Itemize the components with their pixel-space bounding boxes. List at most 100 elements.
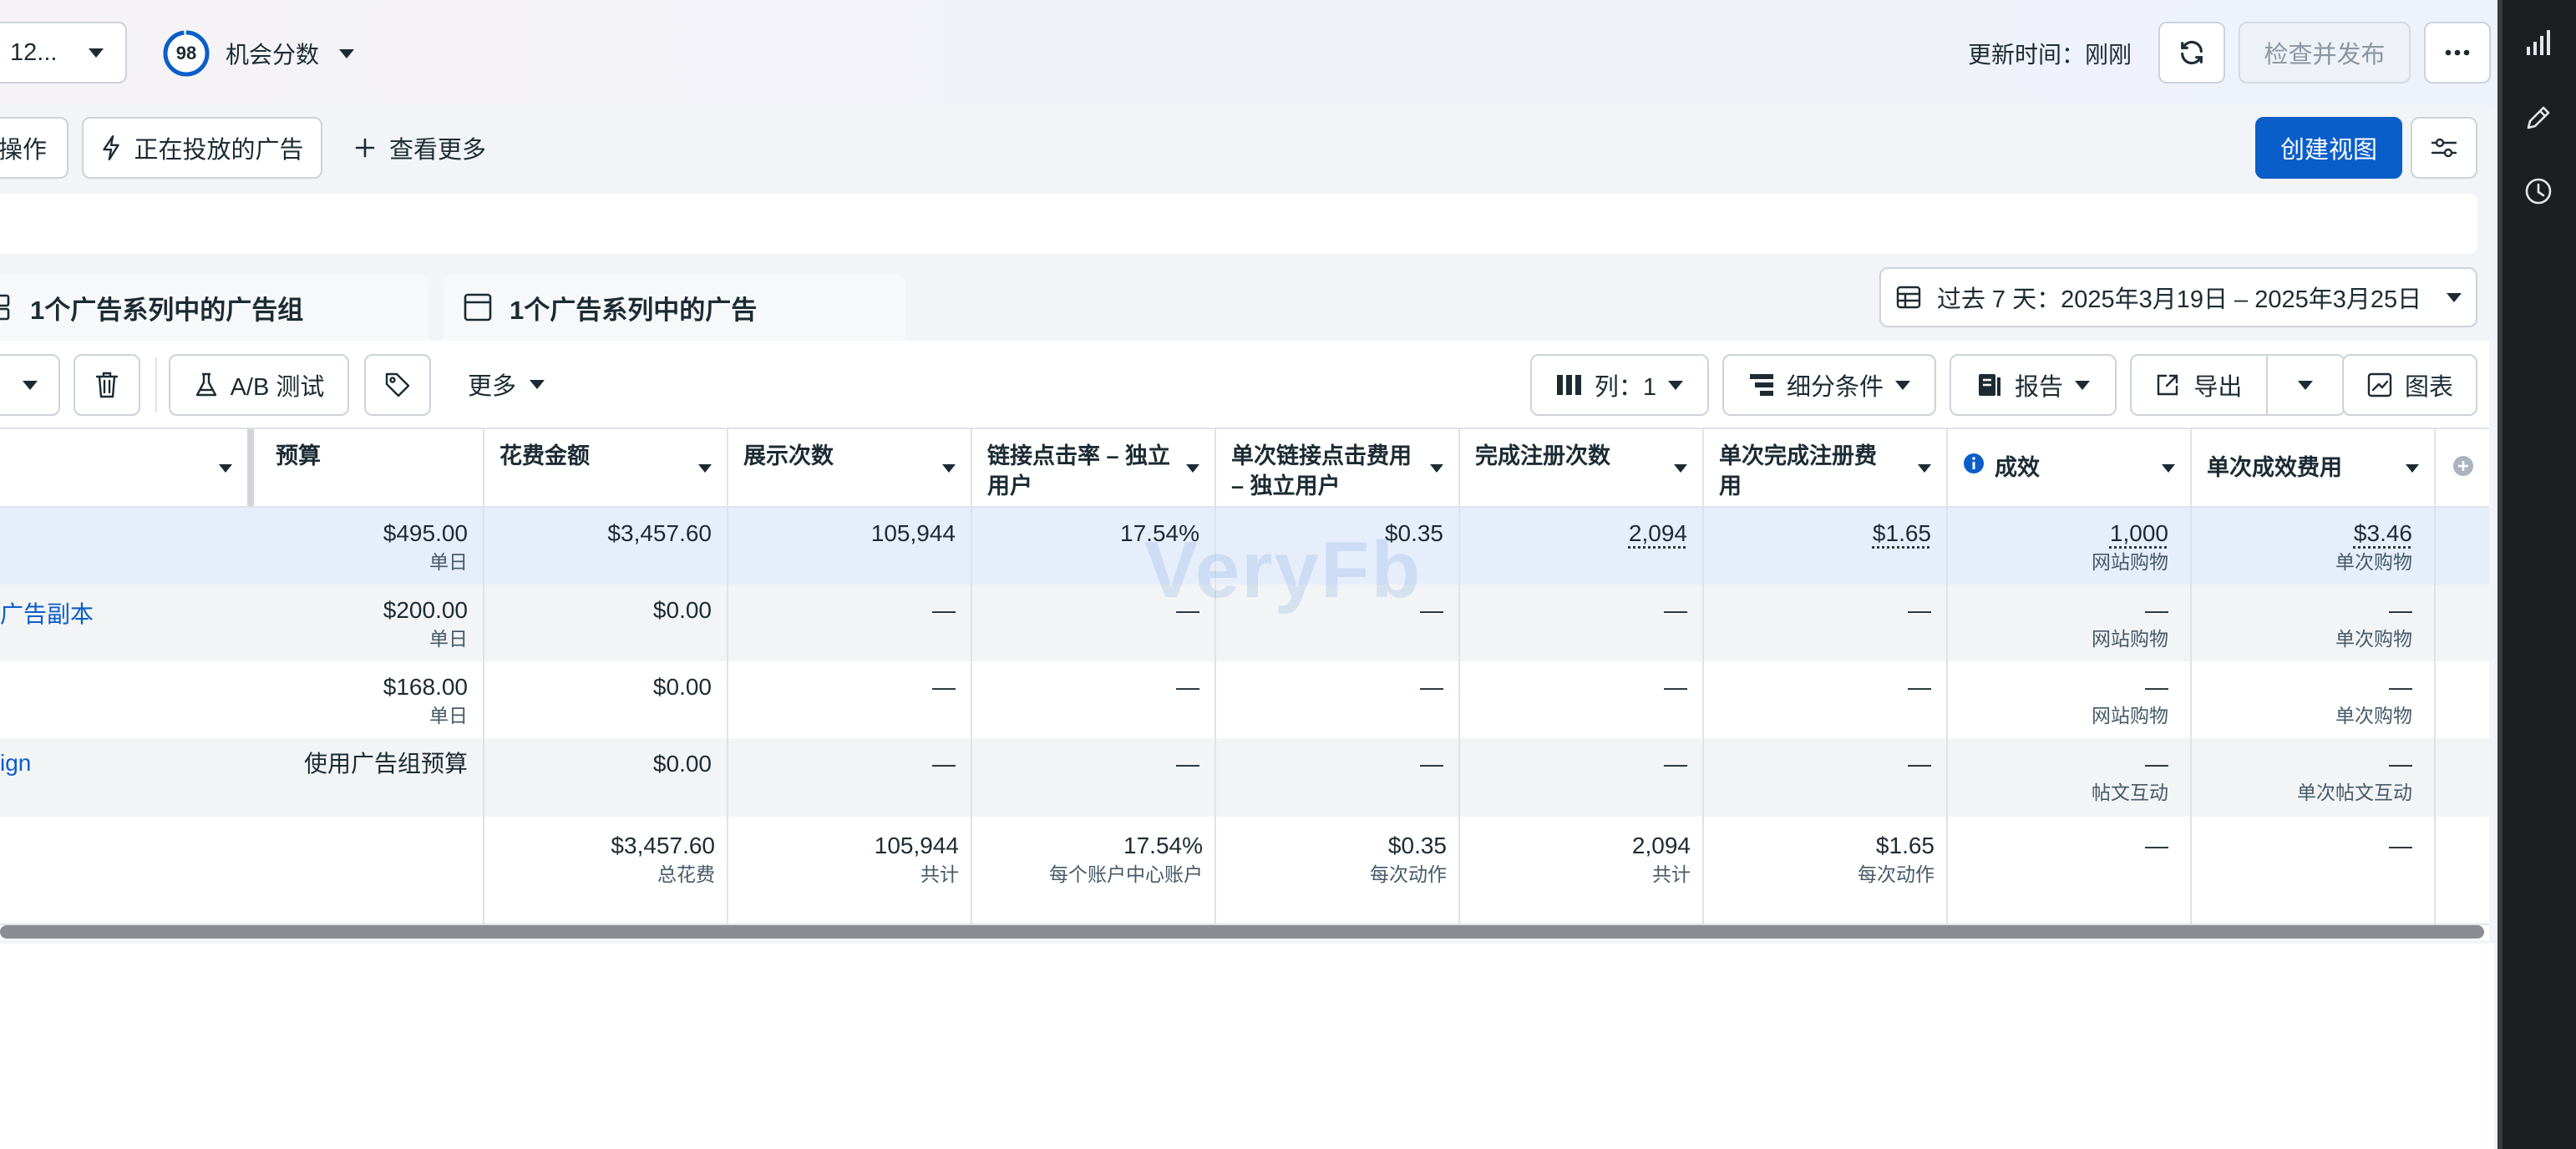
pencil-icon[interactable] bbox=[2524, 104, 2553, 132]
ad-icon bbox=[464, 293, 492, 321]
chevron-down-icon bbox=[530, 379, 545, 389]
search-filter-input[interactable] bbox=[0, 194, 2477, 254]
total-ctr-subtext: 每个账户中心账户 bbox=[1049, 863, 1203, 885]
columns-label: 列：1 bbox=[1594, 374, 1657, 401]
date-range-picker[interactable]: 过去 7 天：2025年3月19日 – 2025年3月25日 bbox=[1879, 267, 2477, 327]
column-header-budget[interactable]: 预算 bbox=[261, 429, 484, 508]
tag-icon bbox=[385, 372, 410, 397]
table-icon bbox=[1896, 286, 1921, 309]
column-header-results[interactable]: 成效 bbox=[1948, 429, 2192, 508]
column-header-cpc[interactable]: 单次链接点击费用 – 独立用户 bbox=[1216, 429, 1460, 508]
tab-ads[interactable]: 1个广告系列中的广告 bbox=[443, 274, 905, 341]
refresh-button[interactable] bbox=[2158, 22, 2225, 84]
opportunity-score[interactable]: 98 机会分数 bbox=[162, 28, 355, 78]
column-header-registrations[interactable]: 完成注册次数 bbox=[1460, 429, 1704, 508]
header-label: 成效 bbox=[1995, 455, 2040, 480]
total-registrations-value: 2,094 bbox=[1631, 833, 1691, 858]
chevron-down-icon bbox=[89, 48, 104, 58]
more-dropdown[interactable]: 更多 bbox=[468, 367, 545, 401]
review-publish-button[interactable]: 检查并发布 bbox=[2239, 22, 2411, 84]
chevron-down-icon bbox=[23, 380, 38, 390]
total-results-value: — bbox=[2145, 833, 2168, 858]
row-name-link[interactable]: 广告副本 bbox=[0, 596, 94, 630]
budget-value: $495.00 bbox=[383, 520, 468, 546]
cost-per-registration-value: — bbox=[1908, 597, 1931, 623]
table-row[interactable]: $168.00 单日 $0.00 — — — — — — 网站购物 — 单次购物 bbox=[0, 661, 2489, 740]
account-selector[interactable]: 12... bbox=[0, 22, 127, 84]
date-range-label: 过去 7 天：2025年3月19日 – 2025年3月25日 bbox=[1936, 286, 2422, 313]
cost-per-registration-value: — bbox=[1908, 751, 1931, 777]
header-label: 预算 bbox=[276, 443, 321, 468]
create-view-label: 创建视图 bbox=[2279, 137, 2377, 164]
info-icon[interactable] bbox=[1963, 453, 1985, 474]
cost-per-result-value: — bbox=[2389, 597, 2412, 623]
ab-test-button[interactable]: A/B 测试 bbox=[169, 354, 349, 416]
registrations-value: — bbox=[1664, 597, 1687, 623]
ctr-value: — bbox=[1176, 751, 1199, 777]
account-label: 12... bbox=[10, 38, 58, 66]
chevron-down-icon bbox=[339, 48, 355, 58]
budget-subtext: 单日 bbox=[429, 628, 468, 650]
reports-button[interactable]: 报告 bbox=[1950, 354, 2117, 416]
columns-icon bbox=[1556, 375, 1581, 395]
chart-button[interactable]: 图表 bbox=[2342, 354, 2477, 416]
chevron-down-icon bbox=[2447, 292, 2462, 302]
more-options-button[interactable] bbox=[2424, 22, 2491, 84]
export-icon bbox=[2158, 374, 2178, 396]
budget-value: 使用广告组预算 bbox=[303, 751, 468, 777]
add-column-button[interactable] bbox=[2436, 429, 2489, 508]
trash-icon bbox=[95, 372, 119, 398]
column-header-ctr[interactable]: 链接点击率 – 独立用户 bbox=[972, 429, 1216, 508]
create-view-button[interactable]: 创建视图 bbox=[2255, 117, 2402, 179]
column-header-cost-per-registration[interactable]: 单次完成注册费用 bbox=[1704, 429, 1948, 508]
total-registrations-subtext: 共计 bbox=[1652, 863, 1691, 885]
header-label: 链接点击率 – 独立用户 bbox=[987, 443, 1171, 499]
column-header-name[interactable] bbox=[0, 429, 247, 508]
header-label: 展示次数 bbox=[743, 443, 834, 468]
ctr-value: — bbox=[1176, 674, 1199, 700]
cost-per-registration-value[interactable]: $1.65 bbox=[1704, 518, 1931, 549]
registrations-value[interactable]: 2,094 bbox=[1460, 518, 1687, 549]
tag-button[interactable] bbox=[364, 354, 431, 416]
edit-dropdown-button[interactable] bbox=[0, 354, 60, 416]
cpc-value: — bbox=[1420, 751, 1443, 777]
results-value[interactable]: 1,000 bbox=[1948, 518, 2168, 549]
tab-ad-sets[interactable]: 1个广告系列中的广告组 bbox=[0, 274, 429, 341]
breakdown-icon bbox=[1749, 374, 1773, 396]
toolbar-divider bbox=[155, 357, 157, 413]
clock-icon[interactable] bbox=[2524, 177, 2553, 205]
total-ctr-value: 17.54% bbox=[1123, 833, 1203, 858]
horizontal-scrollbar[interactable] bbox=[0, 925, 2484, 939]
header-label: 花费金额 bbox=[499, 443, 590, 468]
cost-per-result-value: — bbox=[2389, 674, 2412, 700]
breakdown-button[interactable]: 细分条件 bbox=[1722, 354, 1936, 416]
active-ads-filter[interactable]: 正在投放的广告 bbox=[82, 117, 322, 179]
columns-button[interactable]: 列：1 bbox=[1530, 354, 1709, 416]
export-options-button[interactable] bbox=[2268, 356, 2344, 414]
actions-button[interactable]: 操作 bbox=[0, 117, 68, 179]
spend-value: $0.00 bbox=[652, 597, 712, 623]
see-more-button[interactable]: 查看更多 bbox=[354, 125, 486, 170]
export-button[interactable]: 导出 bbox=[2132, 356, 2268, 414]
results-subtext: 帖文互动 bbox=[2092, 782, 2168, 803]
delete-button[interactable] bbox=[74, 354, 140, 416]
table-row[interactable]: ign 使用广告组预算 $0.00 — — — — — — 帖文互动 — 单次帖文互… bbox=[0, 738, 2489, 818]
total-cost-per-result-value: — bbox=[2389, 833, 2412, 858]
column-header-cost-per-result[interactable]: 单次成效费用 bbox=[2192, 429, 2436, 508]
results-subtext: 网站购物 bbox=[2092, 551, 2168, 573]
bar-chart-icon[interactable] bbox=[2524, 28, 2553, 57]
column-header-impressions[interactable]: 展示次数 bbox=[728, 429, 972, 508]
refresh-icon bbox=[2181, 40, 2203, 65]
export-button-group: 导出 bbox=[2130, 354, 2345, 416]
view-settings-button[interactable] bbox=[2411, 117, 2477, 179]
cost-per-result-value[interactable]: $3.46 bbox=[2192, 518, 2412, 549]
column-header-spend[interactable]: 花费金额 bbox=[484, 429, 728, 508]
results-value: — bbox=[2145, 597, 2168, 623]
ad-sets-icon bbox=[0, 294, 10, 321]
review-publish-label: 检查并发布 bbox=[2264, 42, 2386, 68]
cost-per-result-value: — bbox=[2389, 751, 2412, 777]
chevron-down-icon bbox=[2075, 380, 2090, 390]
row-name-link[interactable]: ign bbox=[0, 750, 31, 777]
chevron-down-icon bbox=[1668, 380, 1684, 390]
actions-label: 操作 bbox=[0, 137, 47, 164]
